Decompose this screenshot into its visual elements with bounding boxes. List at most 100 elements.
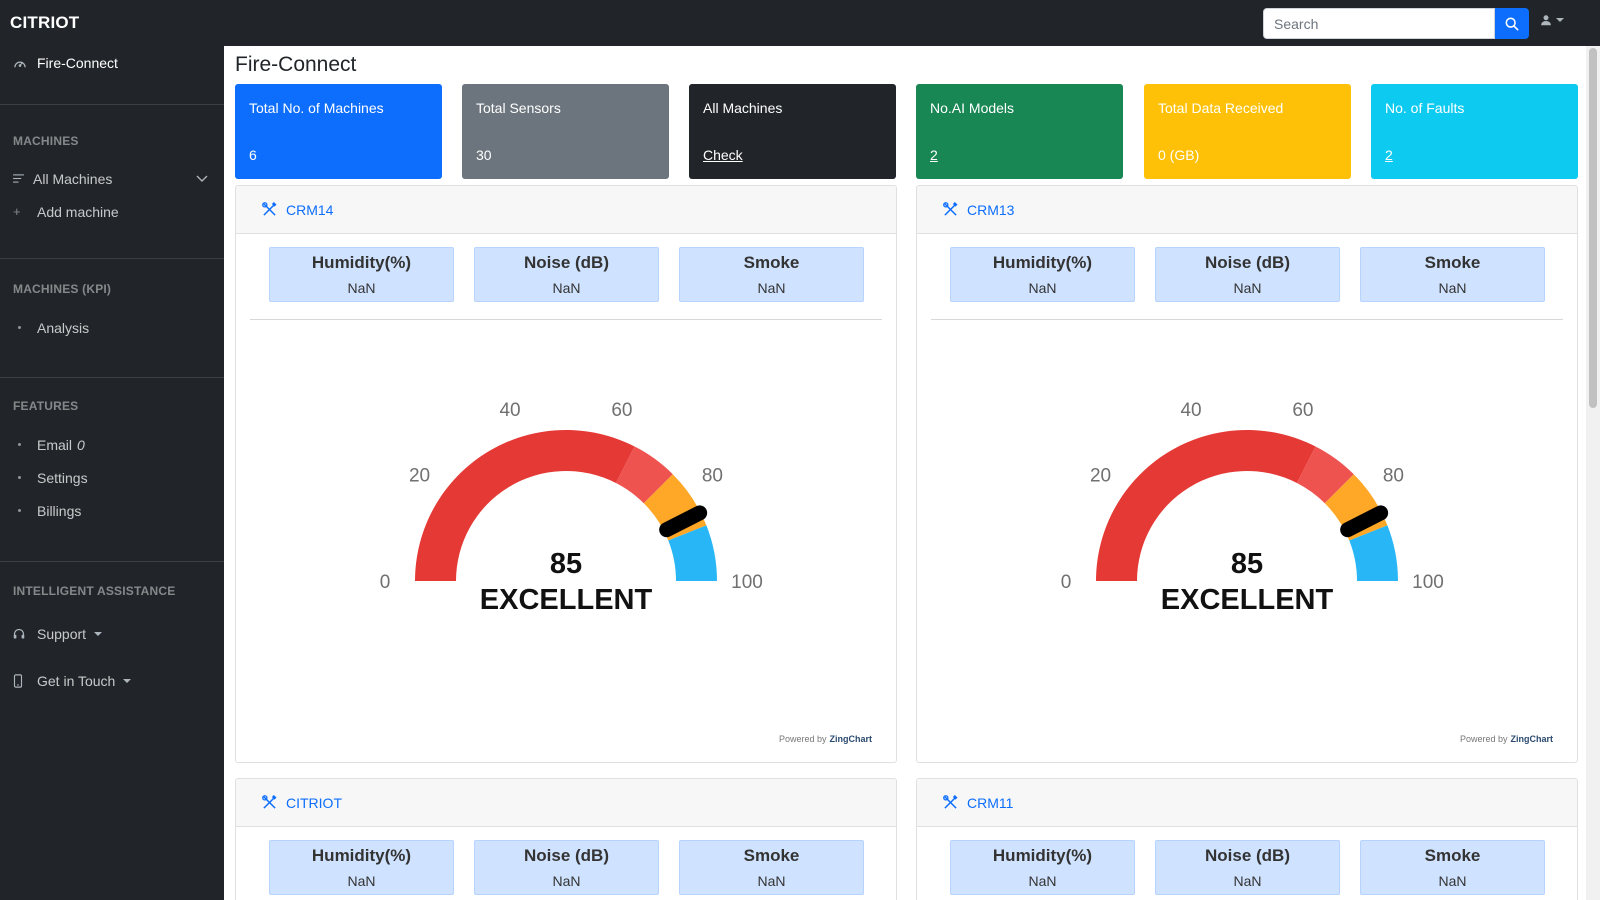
zingchart-link[interactable]: ZingChart [1511, 734, 1554, 744]
gauge-value: 85 [550, 548, 582, 580]
plus-icon: + [13, 204, 21, 219]
user-menu-dropdown[interactable] [1540, 14, 1564, 26]
sidebar-divider [0, 258, 224, 259]
metric-title: Smoke [743, 253, 800, 272]
dot-icon [13, 443, 37, 446]
metric-value: NaN [1028, 280, 1057, 296]
machine-name-link[interactable]: CRM13 [967, 202, 1014, 218]
powered-by-text: Powered by [1459, 734, 1508, 744]
gauge-status: EXCELLENT [1161, 584, 1334, 616]
machine-name-link[interactable]: CITRIOT [286, 795, 342, 811]
sidebar-item-support[interactable]: Support [0, 617, 224, 650]
metric-value: NaN [1438, 280, 1467, 296]
card-divider [250, 319, 882, 320]
stat-data-received-card: Total Data Received 0 (GB) [1144, 84, 1351, 179]
metric-box: Noise (dB) NaN [1155, 840, 1340, 895]
phone-icon [13, 673, 37, 688]
metric-title: Noise (dB) [1205, 253, 1290, 272]
metric-title: Noise (dB) [524, 253, 609, 272]
sidebar-heading-features: FEATURES [13, 399, 79, 413]
page-title: Fire-Connect [235, 53, 357, 76]
sidebar-item-label: Support [37, 625, 87, 642]
dot-icon [13, 326, 37, 329]
sensor-metrics: Humidity(%) NaN Noise (dB) NaN Smoke NaN [950, 840, 1545, 895]
gauge-chart: 0 20 40 60 80 100 85 EXCELLENT [1061, 400, 1444, 616]
metric-box: Humidity(%) NaN [269, 840, 454, 895]
machine-card-citriot: CITRIOT Humidity(%) NaN Noise (dB) NaN Smoke N… [235, 778, 897, 900]
metric-title: Humidity(%) [992, 253, 1093, 272]
sidebar-item-label: All Machines [33, 170, 113, 187]
metric-value: NaN [757, 280, 786, 296]
powered-by-credit[interactable]: Powered by ZingChart [779, 734, 872, 744]
email-count-badge: 0 [77, 436, 85, 453]
card-divider [931, 319, 1563, 320]
metric-title: Humidity(%) [311, 846, 412, 865]
sidebar-heading-machines-kpi: MACHINES (KPI) [13, 282, 112, 296]
metric-box: Humidity(%) NaN [269, 247, 454, 302]
stat-value-link[interactable]: Check [703, 147, 743, 163]
sidebar-item-analysis[interactable]: Analysis [0, 311, 224, 344]
stat-label: All Machines [703, 100, 783, 116]
chevron-down-icon [1556, 18, 1564, 22]
metric-value: NaN [347, 280, 376, 296]
sidebar-heading-machines: MACHINES [13, 134, 79, 148]
metric-box: Smoke NaN [1360, 840, 1545, 895]
scrollbar-thumb[interactable] [1589, 48, 1597, 408]
metric-value: NaN [757, 873, 786, 889]
metric-box: Noise (dB) NaN [474, 247, 659, 302]
sidebar-item-get-in-touch[interactable]: Get in Touch [0, 664, 224, 697]
gauge-tick-label: 80 [1383, 466, 1404, 487]
stat-value: 6 [249, 147, 257, 163]
zingchart-link[interactable]: ZingChart [830, 734, 873, 744]
metric-title: Smoke [1424, 846, 1481, 865]
sidebar-item-label: Add machine [37, 203, 119, 220]
metric-value: NaN [1233, 280, 1262, 296]
metric-value: NaN [552, 280, 581, 296]
metric-box: Noise (dB) NaN [474, 840, 659, 895]
sidebar-item-billings[interactable]: Billings [0, 494, 224, 527]
metric-title: Humidity(%) [992, 846, 1093, 865]
gauge-band-low [415, 430, 635, 581]
gauge-chart: 0 20 40 60 80 100 85 EXCELLENT [380, 400, 763, 616]
sidebar-item-fire-connect[interactable]: Fire-Connect [0, 46, 224, 79]
metric-value: NaN [552, 873, 581, 889]
sidebar-item-email[interactable]: Email 0 [0, 428, 224, 461]
sidebar-item-add-machine[interactable]: + Add machine [0, 195, 224, 228]
search-form [1263, 8, 1529, 39]
stat-value-link[interactable]: 2 [930, 147, 938, 163]
metric-value: NaN [347, 873, 376, 889]
gauge-band-low [1096, 430, 1316, 581]
sidebar-item-all-machines[interactable]: All Machines [0, 162, 224, 195]
gauge-tick-label: 20 [1090, 466, 1111, 487]
metric-box: Humidity(%) NaN [950, 840, 1135, 895]
machine-card-crm14: CRM14 Humidity(%) NaN Noise (dB) NaN Smoke NaN… [235, 185, 897, 763]
sidebar-item-settings[interactable]: Settings [0, 461, 224, 494]
search-button[interactable] [1495, 8, 1529, 39]
stat-faults-card: No. of Faults 2 [1371, 84, 1578, 179]
brand-logo[interactable]: CITRIOT [0, 13, 224, 33]
sidebar-item-label: Analysis [37, 319, 90, 336]
powered-by-credit[interactable]: Powered by ZingChart [1460, 734, 1553, 744]
sidebar: Fire-Connect MACHINES All Machines + Add… [0, 46, 224, 900]
machine-card-crm11: CRM11 Humidity(%) NaN Noise (dB) NaN Smoke NaN [916, 778, 1578, 900]
stat-value-link[interactable]: 2 [1385, 147, 1393, 163]
machine-name-link[interactable]: CRM14 [286, 202, 333, 218]
stat-value: 0 (GB) [1158, 147, 1200, 163]
gauge-tick-label: 40 [1180, 400, 1201, 421]
chevron-down-icon [123, 678, 132, 683]
stat-label: No. of Faults [1385, 100, 1465, 116]
chevron-down-icon [196, 175, 208, 182]
card-header: CRM14 [236, 186, 896, 234]
sensor-metrics: Humidity(%) NaN Noise (dB) NaN Smoke NaN [950, 247, 1545, 302]
search-input[interactable] [1263, 8, 1495, 39]
gauge-tick-label: 0 [380, 572, 391, 593]
sidebar-divider [0, 377, 224, 378]
user-icon [1541, 15, 1551, 26]
metric-box: Noise (dB) NaN [1155, 247, 1340, 302]
sensor-metrics: Humidity(%) NaN Noise (dB) NaN Smoke NaN [269, 840, 864, 895]
metric-value: NaN [1028, 873, 1057, 889]
sidebar-item-label: Fire-Connect [37, 54, 118, 71]
vertical-scrollbar[interactable] [1586, 46, 1600, 900]
stat-all-machines-card: All Machines Check [689, 84, 896, 179]
machine-name-link[interactable]: CRM11 [967, 795, 1013, 811]
